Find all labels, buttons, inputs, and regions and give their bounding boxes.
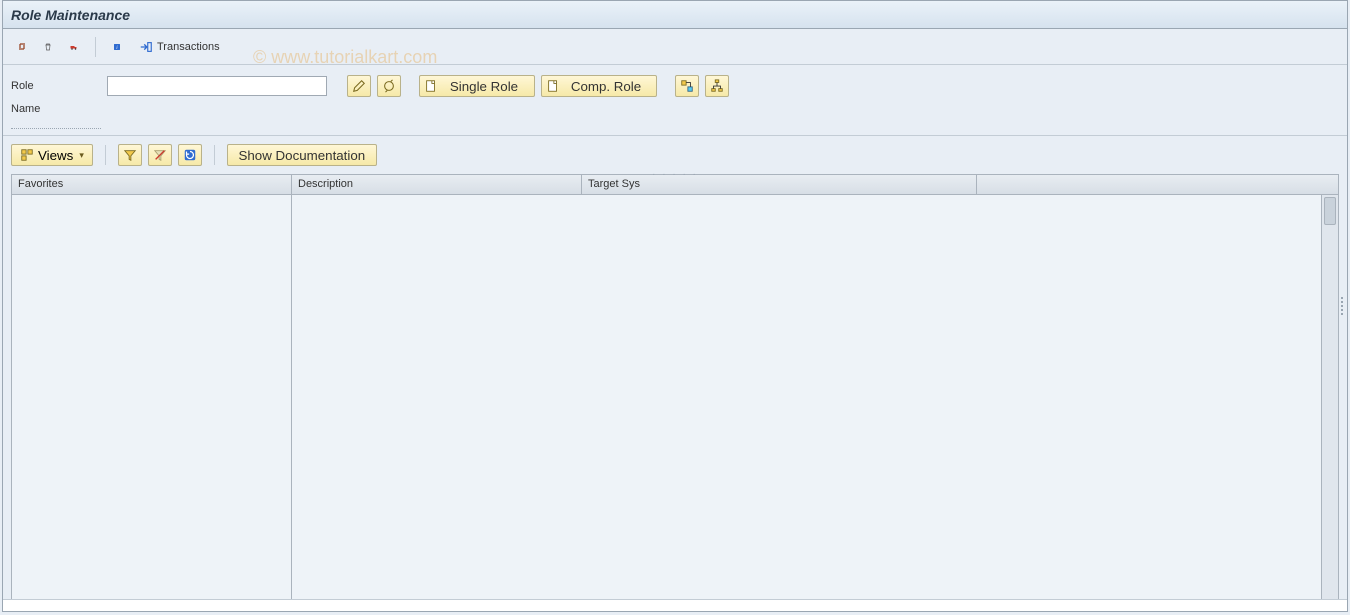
refresh-button[interactable]	[178, 144, 202, 166]
col-target-sys[interactable]: Target Sys	[582, 175, 977, 194]
vertical-scrollbar[interactable]	[1321, 195, 1338, 603]
delete-icon[interactable]	[37, 36, 59, 58]
transactions-button[interactable]: Transactions	[132, 36, 227, 58]
role-input[interactable]	[107, 76, 327, 96]
separator	[105, 145, 106, 165]
views-button[interactable]: Views ▾	[11, 144, 93, 166]
comp-role-button[interactable]: Comp. Role	[541, 75, 657, 97]
single-role-button[interactable]: Single Role	[419, 75, 535, 97]
single-role-label: Single Role	[444, 79, 524, 94]
status-bar	[3, 599, 1347, 611]
change-button[interactable]	[347, 75, 371, 97]
role-label: Role	[11, 80, 101, 92]
chevron-down-icon: ▾	[79, 150, 84, 161]
right-resize-handle[interactable]	[1341, 297, 1345, 315]
show-documentation-label: Show Documentation	[238, 148, 365, 163]
favorites-grid: · · · · · Favorites Description Target S…	[11, 174, 1339, 604]
hierarchy-button[interactable]	[705, 75, 729, 97]
filter-button[interactable]	[118, 144, 142, 166]
transport-icon[interactable]	[63, 36, 85, 58]
views-label: Views	[38, 148, 73, 163]
copy-icon[interactable]	[11, 36, 33, 58]
transactions-label: Transactions	[157, 41, 220, 53]
grid-col-favorites[interactable]	[12, 195, 292, 603]
role-row: Role Single Role Comp. Role	[11, 75, 1339, 97]
separator	[214, 145, 215, 165]
selection-area: Role Single Role Comp. Role	[3, 65, 1347, 136]
application-toolbar: i Transactions	[3, 29, 1347, 65]
name-underline	[11, 113, 101, 129]
scrollbar-thumb[interactable]	[1324, 197, 1336, 225]
display-button[interactable]	[377, 75, 401, 97]
filter-delete-button[interactable]	[148, 144, 172, 166]
splitter-handle[interactable]: · · · · ·	[652, 169, 698, 180]
separator	[95, 37, 96, 57]
info-icon[interactable]: i	[106, 36, 128, 58]
where-used-button[interactable]	[675, 75, 699, 97]
grid-col-rest[interactable]	[292, 195, 1321, 603]
app-window: Role Maintenance i Transactions © www.tu…	[2, 0, 1348, 612]
title-bar: Role Maintenance	[3, 1, 1347, 29]
col-spacer	[977, 175, 1338, 194]
comp-role-label: Comp. Role	[566, 79, 646, 94]
grid-body	[12, 195, 1338, 603]
col-favorites[interactable]: Favorites	[12, 175, 292, 194]
page-title: Role Maintenance	[11, 7, 130, 23]
show-documentation-button[interactable]: Show Documentation	[227, 144, 377, 166]
col-description[interactable]: Description	[292, 175, 582, 194]
